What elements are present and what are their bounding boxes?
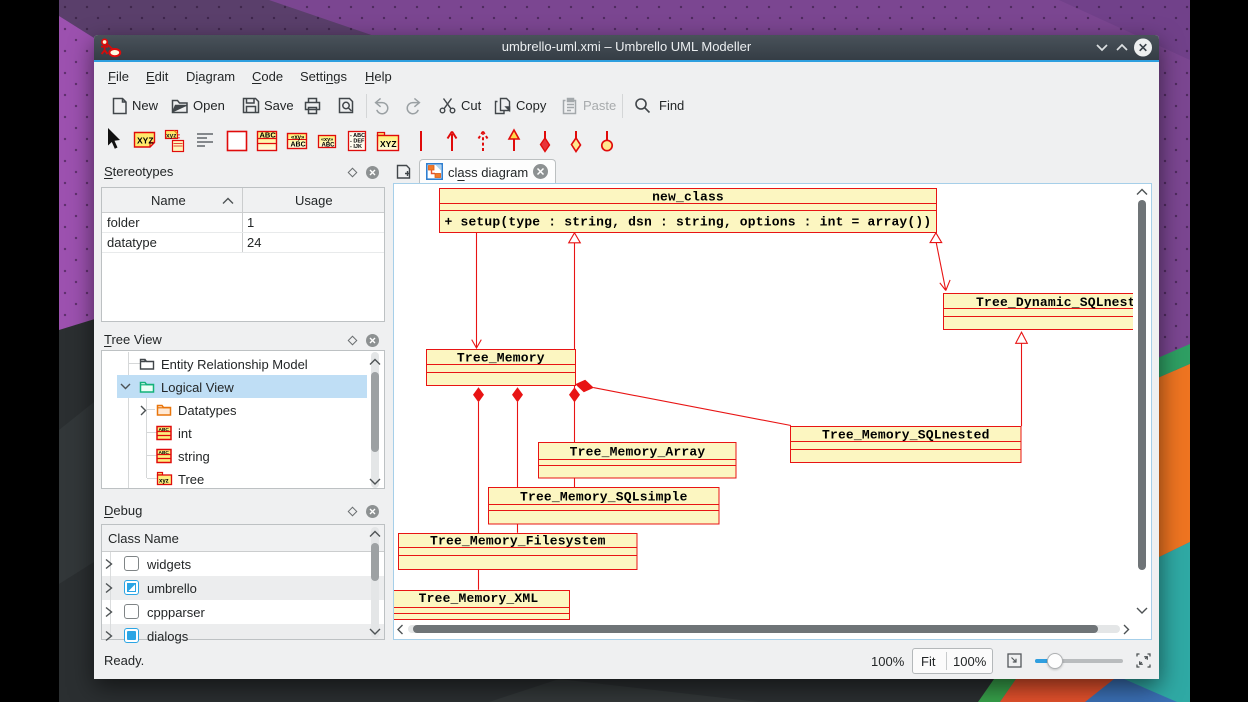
svg-text:new_class: new_class — [652, 190, 724, 205]
svg-text:Tree_Memory: Tree_Memory — [457, 351, 545, 366]
svg-text:+ setup(type : string, dsn : s: + setup(type : string, dsn : string, opt… — [445, 215, 932, 230]
svg-text:Tree_Memory_XML: Tree_Memory_XML — [419, 591, 539, 606]
svg-text:XYZ: XYZ — [137, 136, 154, 146]
svg-text:XYZ: XYZ — [380, 139, 397, 149]
svg-text:ABC: ABC — [322, 143, 336, 149]
svg-text:xyz: xyz — [166, 133, 177, 140]
svg-text:ABC: ABC — [291, 142, 306, 149]
svg-text:Tree_Memory_Filesystem: Tree_Memory_Filesystem — [430, 534, 606, 549]
svg-text:Tree_Memory_SQLsimple: Tree_Memory_SQLsimple — [520, 490, 688, 505]
svg-text:- IJK: - IJK — [350, 144, 362, 150]
svg-text:ABC: ABC — [260, 131, 277, 140]
svg-text:xyz: xyz — [159, 479, 169, 485]
svg-text:ABC: ABC — [159, 427, 170, 433]
svg-text:Tree_Memory_SQLnested: Tree_Memory_SQLnested — [822, 428, 990, 443]
svg-text:ABC: ABC — [159, 450, 170, 456]
svg-text:«xy»: «xy» — [291, 135, 305, 141]
svg-text:Tree_Dynamic_SQLnested: Tree_Dynamic_SQLnested — [976, 295, 1133, 310]
svg-text:Tree_Memory_Array: Tree_Memory_Array — [570, 444, 706, 459]
